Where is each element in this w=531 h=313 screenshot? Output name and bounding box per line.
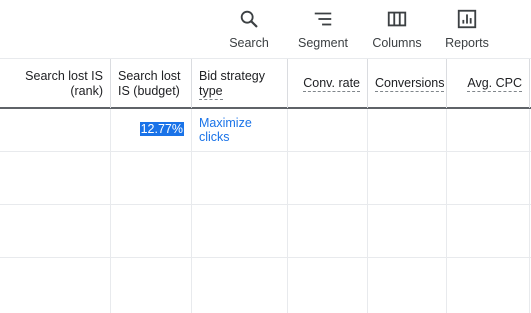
table-cell: [192, 152, 288, 204]
column-header-label: Conversions: [375, 76, 445, 92]
columns-button[interactable]: Columns: [366, 8, 428, 52]
column-header-label: Avg. CPC: [467, 76, 522, 92]
table-cell: [447, 152, 530, 204]
table-row: [0, 205, 531, 258]
reports-button[interactable]: Reports: [440, 8, 494, 52]
segment-button[interactable]: Segment: [292, 8, 354, 52]
search-icon: [240, 10, 258, 28]
table-cell: [0, 152, 111, 204]
table-cell: [192, 258, 288, 313]
table-cell: [368, 258, 447, 313]
data-table: Search lost IS (rank) Search lost IS (bu…: [0, 58, 531, 313]
reports-icon: [457, 9, 477, 29]
bid-strategy-link[interactable]: Maximize clicks: [199, 116, 280, 144]
table-cell: [368, 205, 447, 257]
columns-icon: [387, 11, 407, 27]
search-button-label: Search: [229, 36, 269, 50]
table-cell-bid-strategy: Maximize clicks: [192, 109, 288, 151]
segment-button-label: Segment: [297, 36, 349, 50]
column-header-label: IS (budget): [118, 84, 180, 98]
table-cell: [447, 205, 530, 257]
table-cell-search-lost-is-budget: 12.77%: [111, 109, 192, 151]
table-cell: [0, 109, 111, 151]
table-row: [0, 152, 531, 205]
column-header-conv-rate[interactable]: Conv. rate: [288, 59, 368, 108]
table-cell: [111, 258, 192, 313]
reports-button-label: Reports: [445, 36, 489, 50]
bid-strategy-label: Maximize: [199, 116, 252, 130]
table-cell: [192, 205, 288, 257]
column-header-label: Search lost: [118, 69, 181, 83]
search-button[interactable]: Search: [222, 8, 276, 52]
table-cell: [368, 109, 447, 151]
table-cell: [111, 205, 192, 257]
table-row: [0, 258, 531, 313]
column-header-bid-strategy-type[interactable]: Bid strategy type: [192, 59, 288, 108]
table-toolbar: Search Segment Columns Reports: [0, 0, 531, 56]
table-cell: [288, 258, 368, 313]
table-cell: [111, 152, 192, 204]
table-cell: [0, 258, 111, 313]
table-cell: [288, 205, 368, 257]
column-header-search-lost-is-rank[interactable]: Search lost IS (rank): [0, 59, 111, 108]
segment-icon: [314, 12, 332, 26]
selected-text: 12.77%: [139, 122, 184, 136]
table-row: 12.77% Maximize clicks: [0, 109, 531, 152]
table-cell: [447, 109, 530, 151]
column-header-search-lost-is-budget[interactable]: Search lost IS (budget): [111, 59, 192, 108]
column-header-label: Conv. rate: [303, 76, 360, 92]
table-cell: [288, 152, 368, 204]
table-cell: [288, 109, 368, 151]
column-header-avg-cpc[interactable]: Avg. CPC: [447, 59, 530, 108]
table-header-row: Search lost IS (rank) Search lost IS (bu…: [0, 58, 531, 109]
bid-strategy-label: clicks: [199, 130, 230, 144]
column-header-label: Search lost IS: [25, 69, 103, 83]
table-cell: [447, 258, 530, 313]
column-header-label: Bid strategy: [199, 69, 266, 83]
table-cell: [368, 152, 447, 204]
columns-button-label: Columns: [372, 36, 422, 50]
column-header-conversions[interactable]: Conversions: [368, 59, 447, 108]
column-header-label: type: [199, 84, 223, 100]
column-header-label: (rank): [70, 84, 103, 98]
table-cell: [0, 205, 111, 257]
